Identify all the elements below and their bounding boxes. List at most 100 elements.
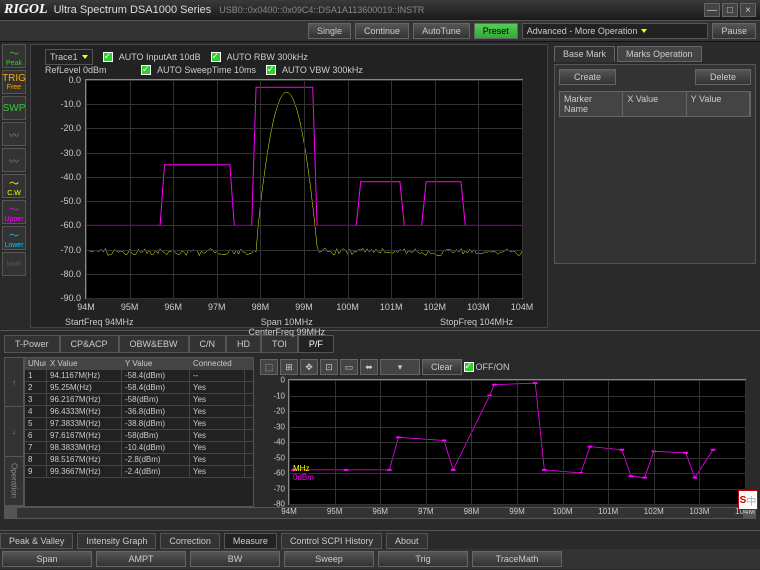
sidebar-btn-3[interactable]: 〰 bbox=[2, 122, 26, 146]
main-area: 〜PeakTRIGFreeSWP〰〰〜C.W〜Upper〜LowerMath T… bbox=[0, 42, 760, 330]
mini-chart-area: ⬚ ⊞ ✥ ⊡ ▭ ⬌ ▾ Clear OFF/ON MHz 0dBm 0-10… bbox=[258, 357, 756, 507]
auto-rbw-checkbox[interactable] bbox=[211, 52, 221, 62]
mini-y-tick: 0 bbox=[261, 376, 285, 385]
create-marker-button[interactable]: Create bbox=[559, 69, 616, 85]
operation-label[interactable]: Operation bbox=[5, 457, 23, 506]
mini-y-tick: -20 bbox=[261, 407, 285, 416]
spectrum-chart-canvas[interactable]: 0.0-10.0-20.0-30.0-40.0-50.0-60.0-70.0-8… bbox=[85, 79, 523, 299]
ime-badge[interactable]: S中 bbox=[738, 490, 758, 510]
table-row[interactable]: 396.2167M(Hz)-58(dBm)Yes bbox=[25, 394, 253, 406]
auto-vbw-checkbox[interactable] bbox=[266, 65, 276, 75]
trace-label: Trace1 bbox=[50, 52, 78, 62]
mini-chart-canvas[interactable]: MHz 0dBm 0-10-20-30-40-50-60-70-8094M95M… bbox=[288, 379, 746, 505]
sidebar-btn-4[interactable]: 〰 bbox=[2, 148, 26, 172]
tab-marks-operation[interactable]: Marks Operation bbox=[617, 46, 702, 62]
center-freq-label: CenterFreq 99MHz bbox=[248, 327, 325, 337]
single-button[interactable]: Single bbox=[308, 23, 351, 39]
side-toolbar: 〜PeakTRIGFreeSWP〰〰〜C.W〜Upper〜LowerMath bbox=[0, 42, 28, 330]
footer-tab-3[interactable]: Measure bbox=[224, 533, 277, 549]
tab-base-mark[interactable]: Base Mark bbox=[554, 46, 615, 62]
footer-btn-trig[interactable]: Trig bbox=[378, 551, 468, 567]
footer-tab-1[interactable]: Intensity Graph bbox=[77, 533, 156, 549]
footer-btn-sweep[interactable]: Sweep bbox=[284, 551, 374, 567]
footer-tab-2[interactable]: Correction bbox=[160, 533, 220, 549]
data-table-area: ↑ ↓ Operation UNumX ValueY ValueConnecte… bbox=[4, 357, 254, 507]
table-row[interactable]: 194.1167M(Hz)-58.4(dBm)-- bbox=[25, 370, 253, 382]
scroll-left-button[interactable] bbox=[5, 508, 17, 518]
table-row[interactable]: 295.25M(Hz)-58.4(dBm)Yes bbox=[25, 382, 253, 394]
preset-button[interactable]: Preset bbox=[474, 23, 518, 39]
table-row[interactable]: 898.5167M(Hz)-2.8(dBm)Yes bbox=[25, 454, 253, 466]
delete-marker-button[interactable]: Delete bbox=[695, 69, 751, 85]
continue-button[interactable]: Continue bbox=[355, 23, 409, 39]
chevron-down-icon bbox=[82, 55, 88, 59]
autotune-button[interactable]: AutoTune bbox=[413, 23, 470, 39]
auto-sweeptime-checkbox[interactable] bbox=[141, 65, 151, 75]
footer-btn-ampt[interactable]: AMPT bbox=[96, 551, 186, 567]
marker-col-x: X Value bbox=[623, 92, 686, 116]
sidebar-btn-8[interactable]: Math bbox=[2, 252, 26, 276]
operation-sidebar: ↑ ↓ Operation bbox=[4, 357, 24, 507]
advanced-dropdown[interactable]: Advanced - More Operation bbox=[522, 23, 709, 39]
tool-3[interactable]: ✥ bbox=[300, 359, 318, 375]
table-row[interactable]: 999.3667M(Hz)-2.4(dBm)Yes bbox=[25, 466, 253, 478]
sidebar-btn-5[interactable]: 〜C.W bbox=[2, 174, 26, 198]
marker-panel: Base Mark Marks Operation Create Delete … bbox=[550, 42, 760, 330]
footer-btn-tracemath[interactable]: TraceMath bbox=[472, 551, 562, 567]
x-tick: 98M bbox=[252, 302, 270, 312]
tool-4[interactable]: ⊡ bbox=[320, 359, 338, 375]
mini-y-tick: -30 bbox=[261, 422, 285, 431]
mini-x-tick: 94M bbox=[281, 507, 297, 516]
close-button[interactable]: × bbox=[740, 3, 756, 17]
footer-tab-0[interactable]: Peak & Valley bbox=[0, 533, 73, 549]
move-down-button[interactable]: ↓ bbox=[5, 407, 23, 456]
x-tick: 99M bbox=[295, 302, 313, 312]
auto-sweeptime-label: AUTO SweepTime 10ms bbox=[157, 65, 256, 75]
footer-tab-4[interactable]: Control SCPI History bbox=[281, 533, 382, 549]
span-label: Span 10MHz bbox=[261, 317, 313, 327]
mini-toolbar: ⬚ ⊞ ✥ ⊡ ▭ ⬌ ▾ Clear OFF/ON bbox=[258, 357, 756, 377]
y-tick: -50.0 bbox=[46, 196, 81, 206]
x-tick: 104M bbox=[511, 302, 534, 312]
y-tick: -30.0 bbox=[46, 148, 81, 158]
marker-box: Create Delete Marker Name X Value Y Valu… bbox=[554, 64, 756, 264]
footer-tab-5[interactable]: About bbox=[386, 533, 428, 549]
auto-inputatt-checkbox[interactable] bbox=[103, 52, 113, 62]
auto-rbw-label: AUTO RBW 300kHz bbox=[227, 52, 308, 62]
mini-x-tick: 103M bbox=[689, 507, 709, 516]
legend-dbm: 0dBm bbox=[293, 473, 314, 482]
table-row[interactable]: 496.4333M(Hz)-36.8(dBm)Yes bbox=[25, 406, 253, 418]
table-row[interactable]: 697.6167M(Hz)-58(dBm)Yes bbox=[25, 430, 253, 442]
brand-logo: RIGOL bbox=[4, 2, 48, 18]
pause-button[interactable]: Pause bbox=[712, 23, 756, 39]
mini-x-tick: 96M bbox=[372, 507, 388, 516]
data-table[interactable]: UNumX ValueY ValueConnected194.1167M(Hz)… bbox=[24, 357, 254, 507]
sidebar-btn-1[interactable]: TRIGFree bbox=[2, 70, 26, 94]
sidebar-btn-7[interactable]: 〜Lower bbox=[2, 226, 26, 250]
move-up-button[interactable]: ↑ bbox=[5, 358, 23, 407]
tool-5[interactable]: ▭ bbox=[340, 359, 358, 375]
product-name: Ultra Spectrum DSA1000 Series bbox=[54, 4, 212, 16]
sidebar-btn-6[interactable]: 〜Upper bbox=[2, 200, 26, 224]
y-tick: -20.0 bbox=[46, 123, 81, 133]
chevron-down-icon bbox=[641, 29, 647, 33]
start-freq-label: StartFreq 94MHz bbox=[65, 317, 134, 337]
offon-checkbox[interactable] bbox=[464, 362, 474, 372]
footer-btn-bw[interactable]: BW bbox=[190, 551, 280, 567]
trace-dropdown[interactable]: Trace1 bbox=[45, 49, 93, 65]
mini-x-tick: 101M bbox=[598, 507, 618, 516]
tool-6[interactable]: ⬌ bbox=[360, 359, 378, 375]
sidebar-btn-0[interactable]: 〜Peak bbox=[2, 44, 26, 68]
maximize-button[interactable]: □ bbox=[722, 3, 738, 17]
clear-button[interactable]: Clear bbox=[422, 359, 462, 375]
y-tick: -70.0 bbox=[46, 245, 81, 255]
tool-dropdown[interactable]: ▾ bbox=[380, 359, 420, 375]
table-row[interactable]: 798.3833M(Hz)-10.4(dBm)Yes bbox=[25, 442, 253, 454]
usb-address: USB0::0x0400::0x09C4::DSA1A113600019::IN… bbox=[219, 5, 424, 15]
sidebar-btn-2[interactable]: SWP bbox=[2, 96, 26, 120]
tool-1[interactable]: ⬚ bbox=[260, 359, 278, 375]
footer-btn-span[interactable]: Span bbox=[2, 551, 92, 567]
table-row[interactable]: 597.3833M(Hz)-38.8(dBm)Yes bbox=[25, 418, 253, 430]
tool-2[interactable]: ⊞ bbox=[280, 359, 298, 375]
minimize-button[interactable]: — bbox=[704, 3, 720, 17]
